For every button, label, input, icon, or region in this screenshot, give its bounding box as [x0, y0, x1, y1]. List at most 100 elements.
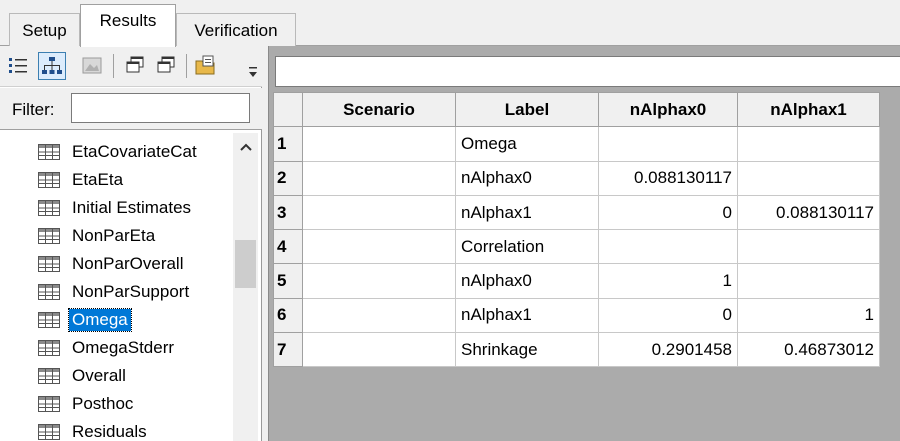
- tree-item-residuals[interactable]: Residuals: [38, 419, 150, 441]
- cell-nalphax1[interactable]: [737, 126, 880, 162]
- tree-item-label: NonParSupport: [72, 282, 190, 301]
- column-header-label[interactable]: Label: [455, 91, 599, 128]
- tab-results[interactable]: Results: [80, 4, 176, 47]
- grid-title-field[interactable]: [275, 56, 900, 87]
- tree-item-label: Posthoc: [72, 394, 134, 413]
- grid-corner[interactable]: [273, 91, 303, 128]
- tree-item-label: OmegaStderr: [72, 338, 175, 357]
- cell-label[interactable]: Omega: [455, 126, 599, 162]
- tree-item-initial-estimates[interactable]: Initial Estimates: [38, 195, 194, 221]
- cell-label[interactable]: nAlphax0: [455, 160, 599, 196]
- cell-scenario[interactable]: [302, 297, 456, 334]
- tree-item-etacovariatecat[interactable]: EtaCovariateCat: [38, 139, 200, 165]
- column-header-scenario[interactable]: Scenario: [302, 91, 456, 128]
- export-folder-icon: [195, 55, 215, 75]
- tree-item-label: Omega: [68, 308, 132, 332]
- cell-nalphax0[interactable]: 0.2901458: [598, 332, 738, 368]
- cell-scenario[interactable]: [302, 160, 456, 196]
- table-row: 2 nAlphax0 0.088130117: [273, 160, 880, 196]
- cell-nalphax1[interactable]: 1: [737, 297, 880, 334]
- cell-scenario[interactable]: [302, 263, 456, 299]
- cell-nalphax0[interactable]: [598, 126, 738, 162]
- table-icon: [38, 340, 60, 356]
- cell-nalphax1[interactable]: 0.46873012: [737, 332, 880, 368]
- cell-nalphax0[interactable]: 1: [598, 263, 738, 299]
- table-header-row: Scenario Label nAlphax0 nAlphax1: [273, 91, 880, 128]
- cell-scenario[interactable]: [302, 194, 456, 231]
- tree-item-omegastderr[interactable]: OmegaStderr: [38, 335, 177, 361]
- toolbar-dropdown-icon: [249, 67, 257, 77]
- toolbar-dropdown-button[interactable]: [246, 64, 260, 82]
- tree-item-label: Residuals: [72, 422, 147, 441]
- filter-input[interactable]: [71, 93, 250, 123]
- tab-results-label: Results: [99, 11, 157, 30]
- cell-scenario[interactable]: [302, 229, 456, 265]
- table-row: 3 nAlphax1 0 0.088130117: [273, 194, 880, 231]
- cell-scenario[interactable]: [302, 126, 456, 162]
- table-icon: [38, 228, 60, 244]
- copy-window-button[interactable]: [121, 52, 149, 80]
- window-copy-2-icon: [157, 56, 175, 73]
- copy-window-2-button[interactable]: [152, 52, 180, 80]
- cell-label[interactable]: Shrinkage: [455, 332, 599, 368]
- table-icon: [38, 256, 60, 272]
- tab-setup[interactable]: Setup: [9, 13, 80, 46]
- cell-nalphax0[interactable]: 0: [598, 297, 738, 334]
- table-row: 4 Correlation: [273, 229, 880, 265]
- scroll-up-icon[interactable]: [238, 141, 254, 153]
- tree-item-label: EtaCovariateCat: [72, 142, 197, 161]
- image-view-button[interactable]: [78, 52, 106, 80]
- cell-nalphax0[interactable]: 0.088130117: [598, 160, 738, 196]
- cell-label[interactable]: nAlphax1: [455, 297, 599, 334]
- tree-item-etaeta[interactable]: EtaEta: [38, 167, 126, 193]
- row-header[interactable]: 3: [273, 194, 303, 231]
- table-icon: [38, 424, 60, 440]
- cell-label[interactable]: nAlphax0: [455, 263, 599, 299]
- filter-label: Filter:: [12, 100, 55, 119]
- scrollbar-thumb[interactable]: [235, 240, 256, 288]
- tree-item-overall[interactable]: Overall: [38, 363, 129, 389]
- column-header-nalphax0[interactable]: nAlphax0: [598, 91, 738, 128]
- toolbar-separator: [113, 54, 114, 78]
- tree-item-nonparoverall[interactable]: NonParOverall: [38, 251, 187, 277]
- image-view-icon: [82, 57, 102, 74]
- table-icon: [38, 284, 60, 300]
- cell-scenario[interactable]: [302, 332, 456, 368]
- grid-area: Scenario Label nAlphax0 nAlphax1 1 Omega…: [269, 91, 900, 441]
- table-icon: [38, 200, 60, 216]
- tree-view-icon: [42, 57, 62, 74]
- tree-item-nonparsupport[interactable]: NonParSupport: [38, 279, 192, 305]
- row-header[interactable]: 5: [273, 263, 303, 299]
- column-header-nalphax1[interactable]: nAlphax1: [737, 91, 880, 128]
- tree-view-button[interactable]: [38, 52, 66, 80]
- cell-nalphax1[interactable]: [737, 263, 880, 299]
- tab-strip: Setup Results Verification: [0, 0, 900, 47]
- table-icon: [38, 172, 60, 188]
- tree-item-nonpareta[interactable]: NonParEta: [38, 223, 158, 249]
- cell-nalphax0[interactable]: [598, 229, 738, 265]
- results-grid-panel: Scenario Label nAlphax0 nAlphax1 1 Omega…: [268, 46, 900, 441]
- tree-item-label: Initial Estimates: [72, 198, 192, 217]
- row-header[interactable]: 6: [273, 297, 303, 334]
- table-row: 6 nAlphax1 0 1: [273, 297, 880, 334]
- tree-item-omega[interactable]: Omega: [38, 307, 132, 333]
- cell-label[interactable]: Correlation: [455, 229, 599, 265]
- cell-label[interactable]: nAlphax1: [455, 194, 599, 231]
- cell-nalphax0[interactable]: 0: [598, 194, 738, 231]
- row-header[interactable]: 1: [273, 126, 303, 162]
- tree-item-label: Overall: [72, 366, 126, 385]
- tab-verification[interactable]: Verification: [176, 13, 296, 46]
- tree-scrollbar[interactable]: [233, 133, 258, 441]
- export-button[interactable]: [192, 52, 220, 80]
- cell-nalphax1[interactable]: [737, 229, 880, 265]
- tree-item-posthoc[interactable]: Posthoc: [38, 391, 136, 417]
- row-header[interactable]: 2: [273, 160, 303, 196]
- row-header[interactable]: 7: [273, 332, 303, 368]
- toolbar-separator: [186, 54, 187, 78]
- row-header[interactable]: 4: [273, 229, 303, 265]
- list-view-button[interactable]: [4, 52, 32, 80]
- cell-nalphax1[interactable]: 0.088130117: [737, 194, 880, 231]
- cell-nalphax1[interactable]: [737, 160, 880, 196]
- tree-item-label: NonParOverall: [72, 254, 184, 273]
- results-tree-panel: Filter: EtaCovariateCat EtaEta Initial E…: [0, 46, 262, 441]
